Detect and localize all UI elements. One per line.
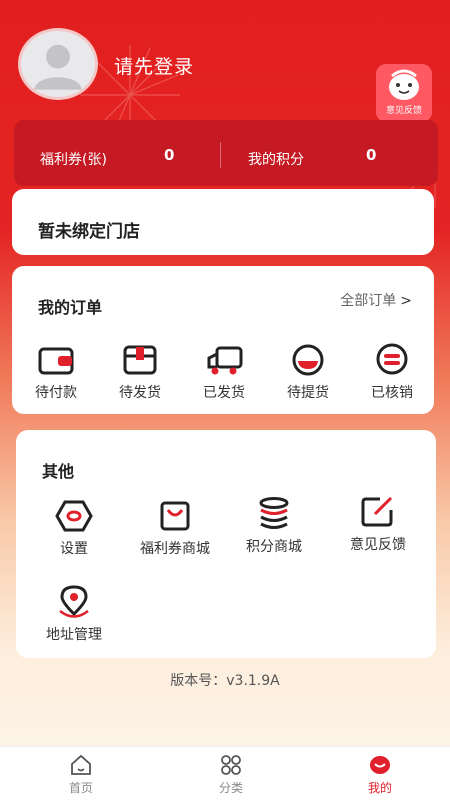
orders-title: 我的订单: [38, 298, 103, 317]
order-item-label: 已核销: [371, 385, 413, 401]
order-item-label: 待提货: [287, 385, 329, 401]
other-card: 其他 设置 福利券商城 积分商城 意见反馈 地址管理: [16, 430, 436, 658]
order-item-pending-payment[interactable]: 待付款: [16, 342, 96, 402]
wallet-icon: [38, 347, 74, 375]
bottom-tab-bar: 首页 分类 我的: [0, 746, 450, 800]
location-pin-icon: [59, 585, 89, 618]
stats-divider: [220, 142, 221, 168]
points-label[interactable]: 我的积分: [248, 149, 304, 169]
category-icon: [221, 755, 241, 775]
all-orders-label: 全部订单: [340, 293, 397, 309]
other-item-feedback[interactable]: 意见反馈: [338, 494, 418, 554]
other-item-settings[interactable]: 设置: [34, 498, 114, 558]
other-item-points-mall[interactable]: 积分商城: [234, 496, 314, 556]
other-item-label: 设置: [60, 541, 88, 557]
coupons-value[interactable]: 0: [164, 146, 174, 164]
order-item-pending-shipment[interactable]: 待发货: [100, 342, 180, 402]
tab-label: 我的: [367, 781, 392, 795]
tab-mine[interactable]: 我的: [350, 753, 410, 796]
tab-home[interactable]: 首页: [51, 753, 111, 796]
mascot-face-icon: [389, 69, 419, 100]
orders-card: 我的订单 全部订单 > 待付款 待发货 已发货 待提货 已核销: [12, 266, 434, 414]
tab-category[interactable]: 分类: [201, 753, 261, 796]
shopping-bag-icon: [160, 501, 190, 531]
other-item-label: 地址管理: [46, 627, 102, 643]
other-item-coupon-mall[interactable]: 福利券商城: [134, 498, 216, 558]
stats-bar: 福利券(张) 0 我的积分 0: [14, 120, 438, 186]
coin-stack-icon: [259, 497, 289, 529]
feedback-badge-button[interactable]: 意见反馈: [376, 64, 432, 122]
order-item-shipped[interactable]: 已发货: [184, 342, 264, 402]
avatar[interactable]: [18, 28, 98, 100]
edit-icon: [361, 496, 393, 527]
order-item-label: 已发货: [203, 385, 245, 401]
settings-icon: [55, 500, 93, 532]
profile-header: 请先登录 意见反馈: [18, 28, 438, 122]
login-prompt[interactable]: 请先登录: [114, 52, 194, 79]
box-icon: [123, 345, 157, 375]
chevron-right-icon: >: [400, 293, 412, 309]
other-item-label: 福利券商城: [140, 541, 210, 557]
order-item-redeemed[interactable]: 已核销: [352, 342, 432, 402]
feedback-badge-label: 意见反馈: [385, 106, 422, 116]
order-item-label: 待发货: [119, 385, 161, 401]
ticket-icon: [376, 343, 408, 375]
other-item-label: 意见反馈: [350, 537, 406, 553]
tab-label: 分类: [218, 781, 243, 795]
home-icon: [71, 754, 91, 775]
version-text: 版本号：v3.1.9A: [170, 673, 280, 689]
all-orders-link[interactable]: 全部订单 >: [340, 290, 412, 310]
coupons-label[interactable]: 福利券(张): [40, 149, 107, 169]
other-item-label: 积分商城: [246, 539, 302, 555]
profile-icon: [370, 756, 390, 774]
order-item-label: 待付款: [35, 385, 77, 401]
default-user-icon: [34, 44, 82, 90]
store-status: 暂未绑定门店: [38, 222, 140, 242]
store-card[interactable]: 暂未绑定门店: [12, 189, 434, 255]
tab-label: 首页: [68, 781, 93, 795]
other-item-address[interactable]: 地址管理: [34, 584, 114, 644]
bowl-icon: [292, 344, 324, 376]
order-item-pending-pickup[interactable]: 待提货: [268, 342, 348, 402]
points-value[interactable]: 0: [366, 146, 376, 164]
truck-icon: [207, 346, 243, 375]
other-title: 其他: [42, 462, 75, 481]
